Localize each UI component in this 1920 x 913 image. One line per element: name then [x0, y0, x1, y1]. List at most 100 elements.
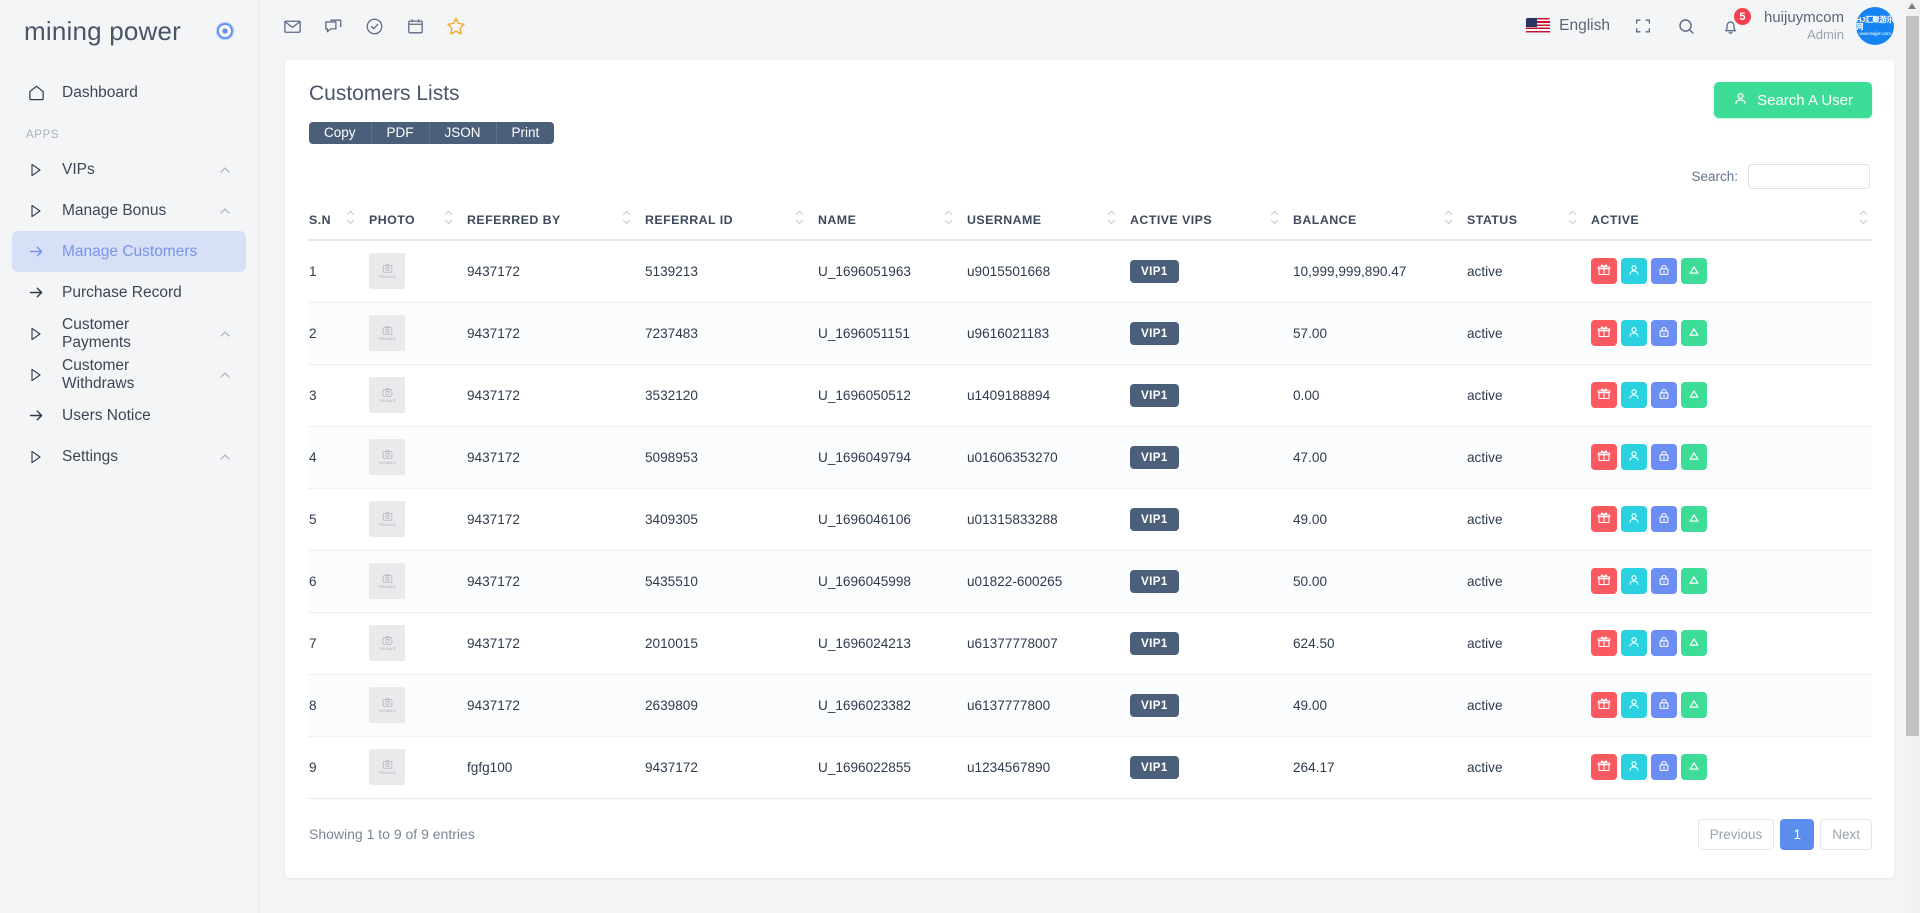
action-triangle-up-button[interactable]: [1681, 692, 1707, 718]
user-icon: [1627, 697, 1641, 714]
sidebar-item-purchase-record[interactable]: Purchase Record: [12, 272, 246, 313]
user-menu[interactable]: huijuymcom Admin HJ汇聚游乐网 www.huijym.com: [1764, 7, 1894, 45]
action-gift-button[interactable]: [1591, 754, 1617, 780]
column-header-status[interactable]: STATUS: [1467, 203, 1591, 241]
action-gift-button[interactable]: [1591, 320, 1617, 346]
action-gift-button[interactable]: [1591, 258, 1617, 285]
column-header-active-vips[interactable]: ACTIVE VIPS: [1130, 203, 1293, 241]
column-label: PHOTO: [369, 213, 416, 227]
column-header-referral-id[interactable]: REFERRAL ID: [645, 203, 818, 241]
cell-referral-id: 2639809: [645, 674, 818, 737]
column-label: REFERRED BY: [467, 213, 561, 227]
action-lock-button[interactable]: [1651, 320, 1677, 346]
language-selector[interactable]: English: [1526, 17, 1610, 35]
action-user-button[interactable]: [1621, 506, 1647, 532]
cell-username: u61377778007: [967, 612, 1130, 675]
column-header-photo[interactable]: PHOTO: [369, 203, 467, 241]
action-user-button[interactable]: [1621, 382, 1647, 408]
action-gift-button[interactable]: [1591, 692, 1617, 718]
action-gift-button[interactable]: [1591, 444, 1617, 470]
action-user-button[interactable]: [1621, 692, 1647, 718]
column-header-username[interactable]: USERNAME: [967, 203, 1130, 241]
action-triangle-up-button[interactable]: [1681, 382, 1707, 408]
action-user-button[interactable]: [1621, 444, 1647, 470]
column-label: STATUS: [1467, 213, 1518, 227]
chat-icon[interactable]: [322, 15, 344, 37]
print-button[interactable]: Print: [496, 122, 555, 144]
action-triangle-up-button[interactable]: [1681, 568, 1707, 594]
sidebar-item-customer-payments[interactable]: Customer Payments: [12, 313, 246, 354]
sidebar: mining power Dashboard APPS VIPs Manage …: [0, 0, 259, 913]
column-header-referred-by[interactable]: REFERRED BY: [467, 203, 645, 241]
action-user-button[interactable]: [1621, 258, 1647, 285]
sidebar-item-vips[interactable]: VIPs: [12, 149, 246, 190]
action-lock-button[interactable]: [1651, 754, 1677, 780]
cell-active-vips: VIP1: [1130, 364, 1293, 427]
cell-name: U_1696022855: [818, 736, 967, 799]
action-gift-button[interactable]: [1591, 506, 1617, 532]
search-icon[interactable]: [1676, 15, 1698, 37]
next-page-button[interactable]: Next: [1820, 818, 1872, 850]
action-gift-button[interactable]: [1591, 568, 1617, 594]
sidebar-item-settings[interactable]: Settings: [12, 436, 246, 477]
user-icon: [1627, 635, 1641, 652]
column-header-balance[interactable]: BALANCE: [1293, 203, 1467, 241]
lock-icon: [1657, 697, 1671, 714]
action-triangle-up-button[interactable]: [1681, 444, 1707, 470]
sidebar-item-manage-bonus[interactable]: Manage Bonus: [12, 190, 246, 231]
search-input[interactable]: [1748, 164, 1870, 189]
cell-actions: [1591, 674, 1872, 737]
cell-sn: 9: [307, 736, 369, 799]
row-action-group: [1591, 506, 1872, 532]
scroll-up-arrow-icon[interactable]: [1908, 3, 1916, 9]
check-circle-icon[interactable]: [363, 15, 385, 37]
mail-icon[interactable]: [281, 15, 303, 37]
sidebar-item-users-notice[interactable]: Users Notice: [12, 395, 246, 436]
sidebar-item-dashboard[interactable]: Dashboard: [12, 72, 246, 113]
previous-page-button[interactable]: Previous: [1697, 818, 1775, 850]
sort-arrows-icon: [1444, 206, 1453, 228]
action-gift-button[interactable]: [1591, 630, 1617, 656]
action-lock-button[interactable]: [1651, 444, 1677, 470]
column-header-sn[interactable]: S.N: [307, 203, 369, 241]
pdf-button[interactable]: PDF: [371, 122, 430, 144]
action-triangle-up-button[interactable]: [1681, 506, 1707, 532]
brand[interactable]: mining power: [0, 0, 258, 62]
action-lock-button[interactable]: [1651, 692, 1677, 718]
action-lock-button[interactable]: [1651, 382, 1677, 408]
cell-status: active: [1467, 426, 1591, 489]
search-a-user-button[interactable]: Search A User: [1714, 82, 1872, 118]
action-triangle-up-button[interactable]: [1681, 258, 1707, 285]
action-triangle-up-button[interactable]: [1681, 630, 1707, 656]
username-value: u1234567890: [967, 759, 1051, 775]
cell-username: u6137777800: [967, 674, 1130, 737]
scrollbar-thumb[interactable]: [1906, 16, 1919, 736]
calendar-icon[interactable]: [404, 15, 426, 37]
fullscreen-icon[interactable]: [1632, 15, 1654, 37]
action-lock-button[interactable]: [1651, 258, 1677, 285]
action-user-button[interactable]: [1621, 320, 1647, 346]
column-header-name[interactable]: NAME: [818, 203, 967, 241]
action-triangle-up-button[interactable]: [1681, 320, 1707, 346]
page-button-1[interactable]: 1: [1780, 818, 1815, 850]
sort-arrows-icon: [1107, 206, 1116, 228]
action-user-button[interactable]: [1621, 568, 1647, 594]
notifications-button[interactable]: 5: [1720, 8, 1751, 37]
action-user-button[interactable]: [1621, 630, 1647, 656]
action-lock-button[interactable]: [1651, 568, 1677, 594]
sidebar-item-manage-customers[interactable]: Manage Customers: [12, 231, 246, 272]
action-gift-button[interactable]: [1591, 382, 1617, 408]
customers-card: Customers Lists Copy PDF JSON Print Sear…: [285, 60, 1894, 878]
action-lock-button[interactable]: [1651, 506, 1677, 532]
page-scrollbar[interactable]: [1905, 0, 1920, 913]
cell-actions: [1591, 736, 1872, 799]
copy-button[interactable]: Copy: [309, 122, 372, 144]
action-lock-button[interactable]: [1651, 630, 1677, 656]
json-button[interactable]: JSON: [429, 122, 497, 144]
action-triangle-up-button[interactable]: [1681, 754, 1707, 780]
star-icon[interactable]: [445, 15, 467, 37]
action-user-button[interactable]: [1621, 754, 1647, 780]
balance-value: 47.00: [1293, 449, 1328, 465]
column-header-active[interactable]: ACTIVE: [1591, 203, 1872, 241]
sidebar-item-customer-withdraws[interactable]: Customer Withdraws: [12, 354, 246, 395]
